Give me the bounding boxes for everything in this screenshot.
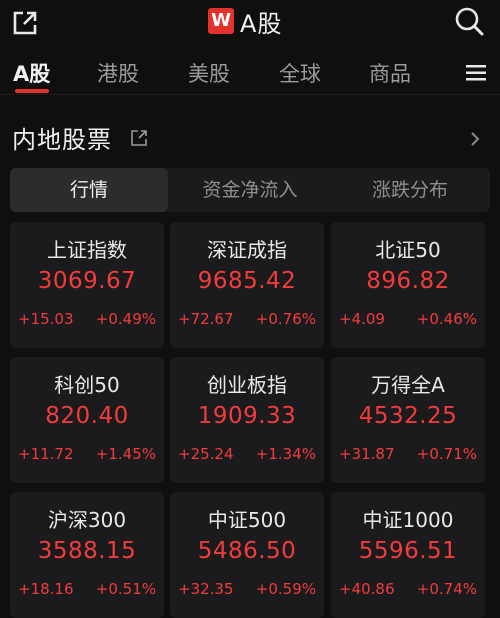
segment-distribution[interactable]: 涨跌分布 xyxy=(330,168,490,212)
tab-a-shares[interactable]: A股 xyxy=(13,58,50,88)
index-change: +15.03 xyxy=(18,310,74,328)
index-value: 4532.25 xyxy=(358,403,458,429)
segmented-control: 行情 资金净流入 涨跌分布 xyxy=(10,168,490,212)
index-percent: +0.71% xyxy=(416,445,477,463)
index-change: +25.24 xyxy=(178,445,234,463)
index-card-wind-all-a[interactable]: 万得全A 4532.25 +31.87 +0.71% xyxy=(331,357,485,483)
segment-net-inflow[interactable]: 资金净流入 xyxy=(170,168,330,212)
menu-icon[interactable] xyxy=(466,64,488,82)
index-change: +4.09 xyxy=(339,310,385,328)
index-value: 3588.15 xyxy=(37,538,137,564)
active-tab-indicator xyxy=(15,89,49,93)
index-change: +72.67 xyxy=(178,310,234,328)
index-card-csi1000[interactable]: 中证1000 5596.51 +40.86 +0.74% xyxy=(331,492,485,618)
index-name: 深证成指 xyxy=(207,238,287,262)
top-bar: W A股 xyxy=(0,0,500,46)
index-change: +11.72 xyxy=(18,445,74,463)
index-name: 沪深300 xyxy=(47,508,127,532)
tab-hk-stocks[interactable]: 港股 xyxy=(97,58,139,88)
index-percent: +0.51% xyxy=(95,580,156,598)
index-value: 5486.50 xyxy=(197,538,297,564)
index-name: 创业板指 xyxy=(207,373,287,397)
share-icon[interactable] xyxy=(10,8,40,38)
index-card-csi500[interactable]: 中证500 5486.50 +32.35 +0.59% xyxy=(170,492,324,618)
index-percent: +0.49% xyxy=(95,310,156,328)
index-change: +32.35 xyxy=(178,580,234,598)
index-card-csi300[interactable]: 沪深300 3588.15 +18.16 +0.51% xyxy=(10,492,164,618)
segment-quotes[interactable]: 行情 xyxy=(10,168,168,212)
index-card-chinext[interactable]: 创业板指 1909.33 +25.24 +1.34% xyxy=(170,357,324,483)
index-value: 896.82 xyxy=(366,268,450,294)
section-title[interactable]: 内地股票 xyxy=(12,120,112,155)
index-percent: +1.34% xyxy=(255,445,316,463)
index-name: 中证500 xyxy=(207,508,287,532)
market-tabs: A股 港股 美股 全球 商品 xyxy=(0,52,500,94)
index-name: 上证指数 xyxy=(47,238,127,262)
chevron-right-icon[interactable] xyxy=(468,130,482,148)
index-card-bse50[interactable]: 北证50 896.82 +4.09 +0.46% xyxy=(331,222,485,348)
app-header-title: W A股 xyxy=(208,7,282,38)
index-card-sse-composite[interactable]: 上证指数 3069.67 +15.03 +0.49% xyxy=(10,222,164,348)
index-change: +31.87 xyxy=(339,445,395,463)
index-percent: +0.59% xyxy=(255,580,316,598)
index-change: +40.86 xyxy=(339,580,395,598)
index-name: 科创50 xyxy=(54,373,120,397)
index-change: +18.16 xyxy=(18,580,74,598)
external-link-icon[interactable] xyxy=(130,129,148,147)
tab-global[interactable]: 全球 xyxy=(279,58,321,88)
index-value: 3069.67 xyxy=(37,268,137,294)
index-name: 中证1000 xyxy=(362,508,454,532)
index-card-szse-component[interactable]: 深证成指 9685.42 +72.67 +0.76% xyxy=(170,222,324,348)
page-title: A股 xyxy=(240,9,283,38)
tabs-divider xyxy=(0,94,500,95)
index-percent: +0.76% xyxy=(255,310,316,328)
wind-logo: W xyxy=(208,8,234,34)
index-value: 1909.33 xyxy=(197,403,297,429)
index-value: 820.40 xyxy=(45,403,129,429)
tab-commodities[interactable]: 商品 xyxy=(369,58,411,88)
index-name: 北证50 xyxy=(375,238,441,262)
search-icon[interactable] xyxy=(453,6,485,38)
index-value: 5596.51 xyxy=(358,538,458,564)
index-name: 万得全A xyxy=(371,373,445,397)
index-value: 9685.42 xyxy=(197,268,297,294)
index-percent: +0.46% xyxy=(416,310,477,328)
index-percent: +1.45% xyxy=(95,445,156,463)
tab-us-stocks[interactable]: 美股 xyxy=(188,58,230,88)
index-percent: +0.74% xyxy=(416,580,477,598)
index-card-star50[interactable]: 科创50 820.40 +11.72 +1.45% xyxy=(10,357,164,483)
